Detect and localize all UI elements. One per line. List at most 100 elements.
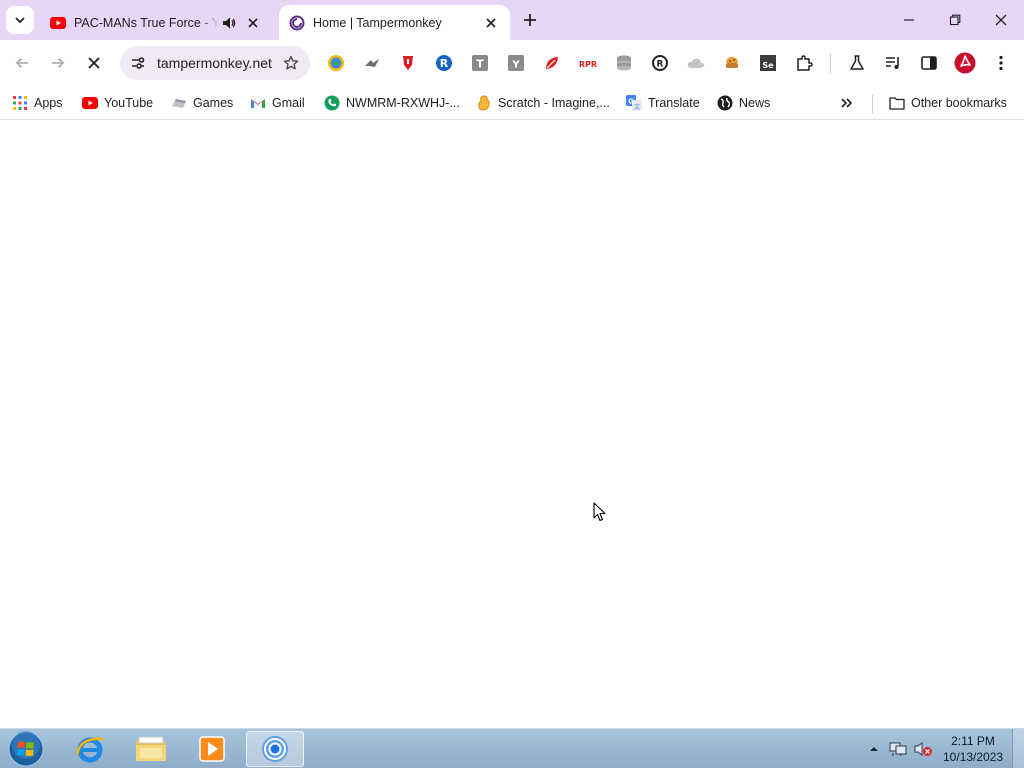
bookmark-label: NWMRM-RXWHJ-... [346,96,460,110]
bookmarks-bar: Apps YouTube Games Gmail NWMRM-RXWHJ-...… [0,86,1024,120]
games-icon [171,95,187,111]
stack-icon[interactable] [613,52,635,74]
gmail-icon [250,95,266,111]
network-tray-icon[interactable] [888,737,908,761]
taskbar-media-player[interactable] [183,731,241,767]
chevron-down-icon [15,17,25,24]
toolbar-separator [830,53,831,73]
minimize-button[interactable] [886,0,932,40]
url-text[interactable]: tampermonkey.net [157,55,280,71]
bookmark-label: Games [193,96,234,110]
dragon-icon[interactable] [361,52,383,74]
puzzle-icon[interactable] [793,52,815,74]
bookmark-gmail[interactable]: Gmail [250,91,305,115]
double-chevron-right-icon [841,98,853,108]
site-info-icon[interactable] [128,53,148,73]
phone-icon [324,95,340,111]
forward-button[interactable] [44,49,72,77]
bookmarks-separator [872,95,873,113]
youtube-icon [82,95,98,111]
translate-icon: G文 [626,95,642,111]
bookmark-label: Scratch - Imagine,... [498,96,610,110]
clock-time: 2:11 PM [951,734,995,748]
back-button[interactable] [8,49,36,77]
restore-button[interactable] [932,0,978,40]
bookmark-news[interactable]: News [717,91,770,115]
rpr-icon[interactable]: RPR [577,52,599,74]
svg-text:R: R [657,60,664,70]
internet-explorer-icon [75,737,104,763]
red-leaf-icon[interactable] [541,52,563,74]
t-square-icon[interactable]: T [469,52,491,74]
bookmark-other[interactable]: Other bookmarks [889,91,1007,115]
se-icon[interactable]: Se [757,52,779,74]
media-control-icon[interactable] [882,52,904,74]
r-dark-icon[interactable]: R [649,52,671,74]
r-circle-icon[interactable]: R [433,52,455,74]
taskbar-internet-explorer[interactable] [61,731,119,767]
bookmark-label: Other bookmarks [911,96,1007,110]
star-icon[interactable] [280,52,302,74]
show-desktop-button[interactable] [1012,729,1024,768]
close-icon [995,14,1007,26]
bookmark-youtube[interactable]: YouTube [82,91,153,115]
tab-youtube[interactable]: PAC-MANs True Force - YouTube [40,5,272,40]
volume-muted-tray-icon[interactable] [912,737,934,761]
svg-text:RPR: RPR [579,60,597,69]
arrow-left-icon [15,57,28,69]
restore-icon [949,14,961,26]
close-icon [88,57,100,69]
taskbar-chrome[interactable] [246,731,304,767]
chrome-icon [262,736,288,762]
side-panel-icon[interactable] [918,52,940,74]
taskbar-file-explorer[interactable] [122,731,180,767]
toolbar: tampermonkey.net R T Y RPR R Se [0,40,1024,86]
bookmark-scratch[interactable]: Scratch - Imagine,... [476,91,610,115]
tab-search-button[interactable] [6,6,34,34]
tampermonkey-icon [289,15,305,30]
bookmark-nwmrm[interactable]: NWMRM-RXWHJ-... [324,91,460,115]
tab-tampermonkey[interactable]: Home | Tampermonkey [279,5,510,40]
scratch-icon [476,95,492,111]
profile-avatar-icon[interactable] [954,52,976,74]
close-icon[interactable] [482,14,500,32]
page-content[interactable] [0,121,1024,728]
cookie-icon[interactable] [721,52,743,74]
arrow-right-icon [52,57,65,69]
flask-icon[interactable] [846,52,868,74]
apps-grid-icon [12,95,28,111]
bookmark-label: Translate [648,96,700,110]
plus-icon [524,14,536,26]
svg-text:文: 文 [634,103,640,111]
close-icon[interactable] [244,14,262,32]
bookmark-label: YouTube [104,96,154,110]
svg-text:Se: Se [762,61,774,70]
folder-icon [889,95,905,111]
windows-logo-icon [8,731,44,767]
bookmark-label: Gmail [272,96,305,110]
new-tab-button[interactable] [518,8,542,32]
speaker-icon[interactable] [220,14,238,32]
globe-icon [717,95,733,111]
bookmarks-overflow-button[interactable] [840,91,854,115]
bookmark-label: News [739,96,771,110]
kebab-menu-icon[interactable] [990,52,1012,74]
y-square-icon[interactable]: Y [505,52,527,74]
chevron-up-icon [870,747,878,751]
google-lens-icon[interactable] [325,52,347,74]
bookmark-translate[interactable]: G文 Translate [626,91,700,115]
omnibox[interactable]: tampermonkey.net [120,46,310,80]
bookmark-apps[interactable]: Apps [12,91,63,115]
bookmark-games[interactable]: Games [171,91,233,115]
start-button[interactable] [6,730,46,768]
youtube-icon [50,16,66,29]
svg-text:R: R [440,57,449,70]
tray-overflow-button[interactable] [866,737,882,761]
red-shield-icon[interactable] [397,52,419,74]
bookmark-label: Apps [34,96,63,110]
clock[interactable]: 2:11 PM 10/13/2023 [936,733,1010,765]
svg-text:Y: Y [511,60,520,71]
close-window-button[interactable] [978,0,1024,40]
stop-loading-button[interactable] [80,49,108,77]
cloud-icon[interactable] [685,52,707,74]
